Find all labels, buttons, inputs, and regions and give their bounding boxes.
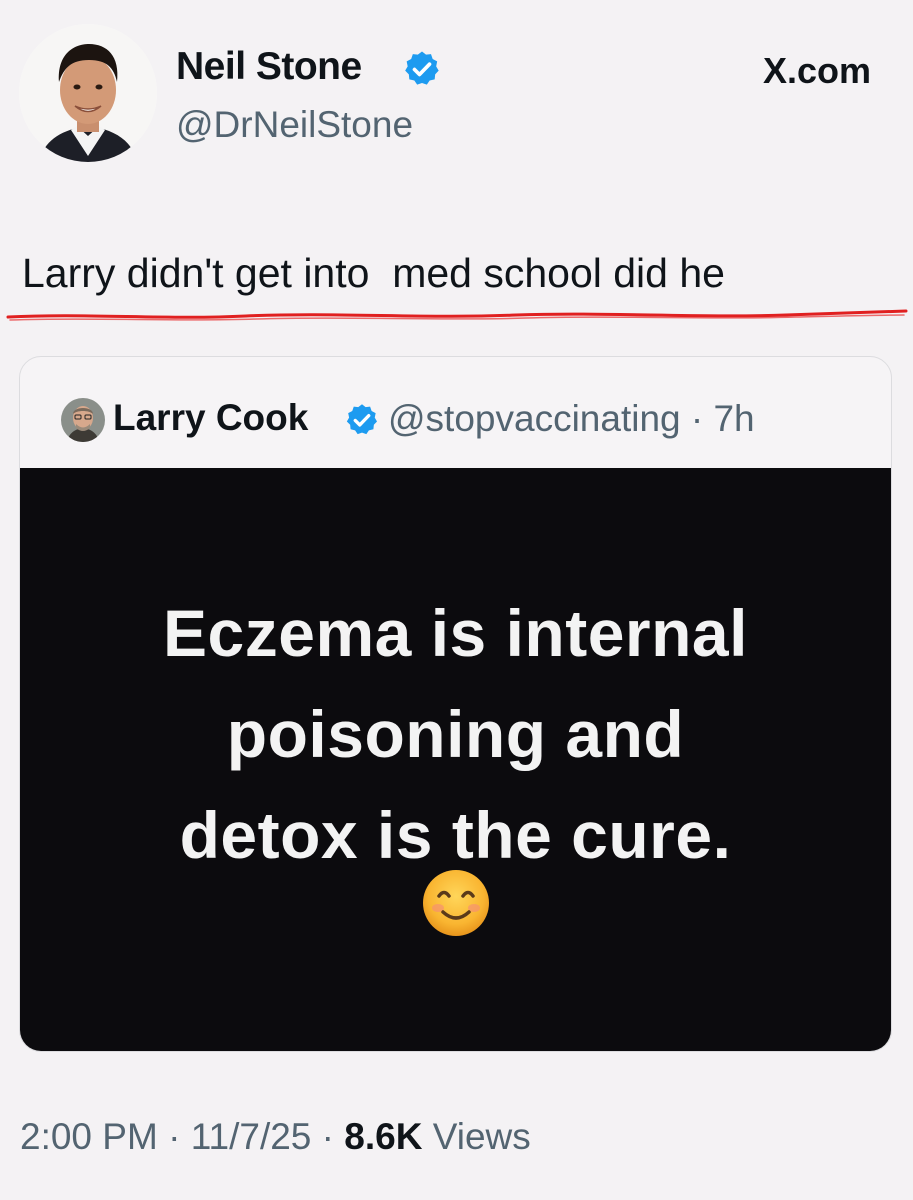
quoted-tweet-card[interactable]: Larry Cook @stopvaccinating · 7h Eczema … xyxy=(19,356,892,1052)
tweet-screenshot: Neil Stone @DrNeilStone X.com Larry didn… xyxy=(0,0,913,1200)
tweet-time[interactable]: 2:00 PM xyxy=(20,1116,158,1157)
meta-separator: · xyxy=(311,1116,345,1157)
quote-handle-time[interactable]: @stopvaccinating · 7h xyxy=(388,398,755,440)
author-handle[interactable]: @DrNeilStone xyxy=(176,104,413,146)
quote-verified-badge-icon xyxy=(346,404,377,435)
quote-author-name[interactable]: Larry Cook xyxy=(113,397,308,439)
views-label: Views xyxy=(432,1116,531,1157)
tweet-text: Larry didn't get into med school did he xyxy=(22,250,725,296)
tweet-meta: 2:00 PM · 11/7/25 · 8.6K Views xyxy=(20,1116,531,1158)
quote-image-text: Eczema is internal poisoning and detox i… xyxy=(20,583,891,886)
site-label: X.com xyxy=(762,50,871,91)
smiling-face-icon xyxy=(423,870,489,936)
verified-badge-icon xyxy=(405,51,439,85)
red-underline-annotation xyxy=(6,309,908,321)
quote-image-line: Eczema is internal xyxy=(163,596,748,670)
author-name[interactable]: Neil Stone xyxy=(176,45,362,89)
author-avatar[interactable] xyxy=(19,24,157,162)
tweet-date[interactable]: 11/7/25 xyxy=(191,1116,312,1157)
meta-separator: · xyxy=(157,1116,191,1157)
views-count: 8.6K xyxy=(344,1116,423,1157)
quote-image-line: poisoning and xyxy=(226,697,685,771)
quote-author-avatar[interactable] xyxy=(61,398,105,442)
quote-image[interactable]: Eczema is internal poisoning and detox i… xyxy=(20,468,891,1051)
